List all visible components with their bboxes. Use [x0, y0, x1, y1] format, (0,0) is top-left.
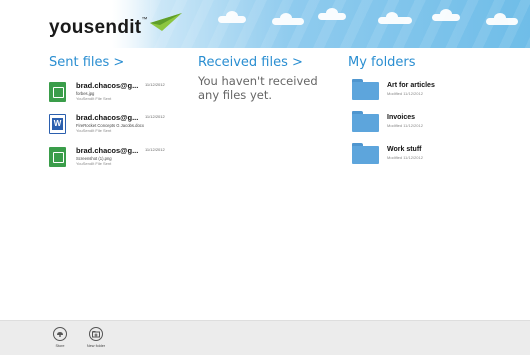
folder-name: Invoices: [387, 114, 416, 121]
folder-item[interactable]: Art for articles Modified 11/12/2012: [352, 79, 502, 103]
sent-file-item[interactable]: W brad.chacos@g... 11/12/2012 FireRocket…: [49, 113, 189, 139]
received-files-link[interactable]: Received files >: [198, 55, 303, 70]
folder-item[interactable]: Invoices Modified 11/12/2012: [352, 111, 502, 135]
folder-icon: [352, 79, 379, 100]
file-sender: brad.chacos@g...: [76, 81, 139, 90]
file-sender: brad.chacos@g...: [76, 146, 139, 155]
folder-modified: Modified 11/12/2012: [387, 123, 423, 128]
cloud-decoration: [318, 8, 346, 20]
image-file-icon: [49, 82, 66, 102]
file-status: YouSendIt File Sent: [76, 128, 112, 133]
folder-name: Art for articles: [387, 82, 435, 89]
folder-modified: Modified 11/12/2012: [387, 155, 423, 160]
cloud-decoration: [486, 13, 518, 25]
new-folder-button[interactable]: New folder: [80, 327, 110, 353]
file-date: 11/12/2012: [145, 114, 165, 119]
folder-icon: [352, 111, 379, 132]
file-status: YouSendIt File Sent: [76, 161, 112, 166]
store-icon: [53, 327, 67, 341]
sent-file-item[interactable]: brad.chacos@g... 11/12/2012 forbes.jpg Y…: [49, 81, 189, 107]
word-document-icon: W: [49, 114, 66, 134]
folder-modified: Modified 11/12/2012: [387, 91, 423, 96]
store-label: Store: [55, 344, 65, 348]
folder-name: Work stuff: [387, 146, 422, 153]
cloud-decoration: [272, 13, 304, 25]
app-bar: Store New folder: [0, 320, 530, 355]
new-folder-icon: [89, 327, 103, 341]
cloud-decoration: [218, 11, 246, 23]
my-folders-heading: My folders: [348, 55, 416, 70]
cloud-decoration: [432, 9, 460, 21]
cloud-decoration: [378, 12, 412, 24]
store-button[interactable]: Store: [44, 327, 74, 353]
image-file-icon: [49, 147, 66, 167]
paper-plane-icon: [150, 13, 182, 31]
app-logo: yousendit™: [49, 17, 148, 39]
received-empty-message: You haven't received any files yet.: [198, 74, 318, 102]
logo-trademark: ™: [141, 17, 148, 23]
folder-icon: [352, 143, 379, 164]
app-header: yousendit™: [0, 0, 530, 48]
logo-text: yousendit: [49, 17, 142, 38]
file-date: 11/12/2012: [145, 82, 165, 87]
file-sender: brad.chacos@g...: [76, 113, 139, 122]
new-folder-label: New folder: [86, 344, 106, 348]
file-date: 11/12/2012: [145, 147, 165, 152]
sent-file-item[interactable]: brad.chacos@g... 11/12/2012 Screenshot (…: [49, 146, 189, 172]
file-status: YouSendIt File Sent: [76, 96, 112, 101]
header-decoration: [150, 0, 530, 48]
folder-item[interactable]: Work stuff Modified 11/12/2012: [352, 143, 502, 167]
sent-files-link[interactable]: Sent files >: [49, 55, 124, 70]
